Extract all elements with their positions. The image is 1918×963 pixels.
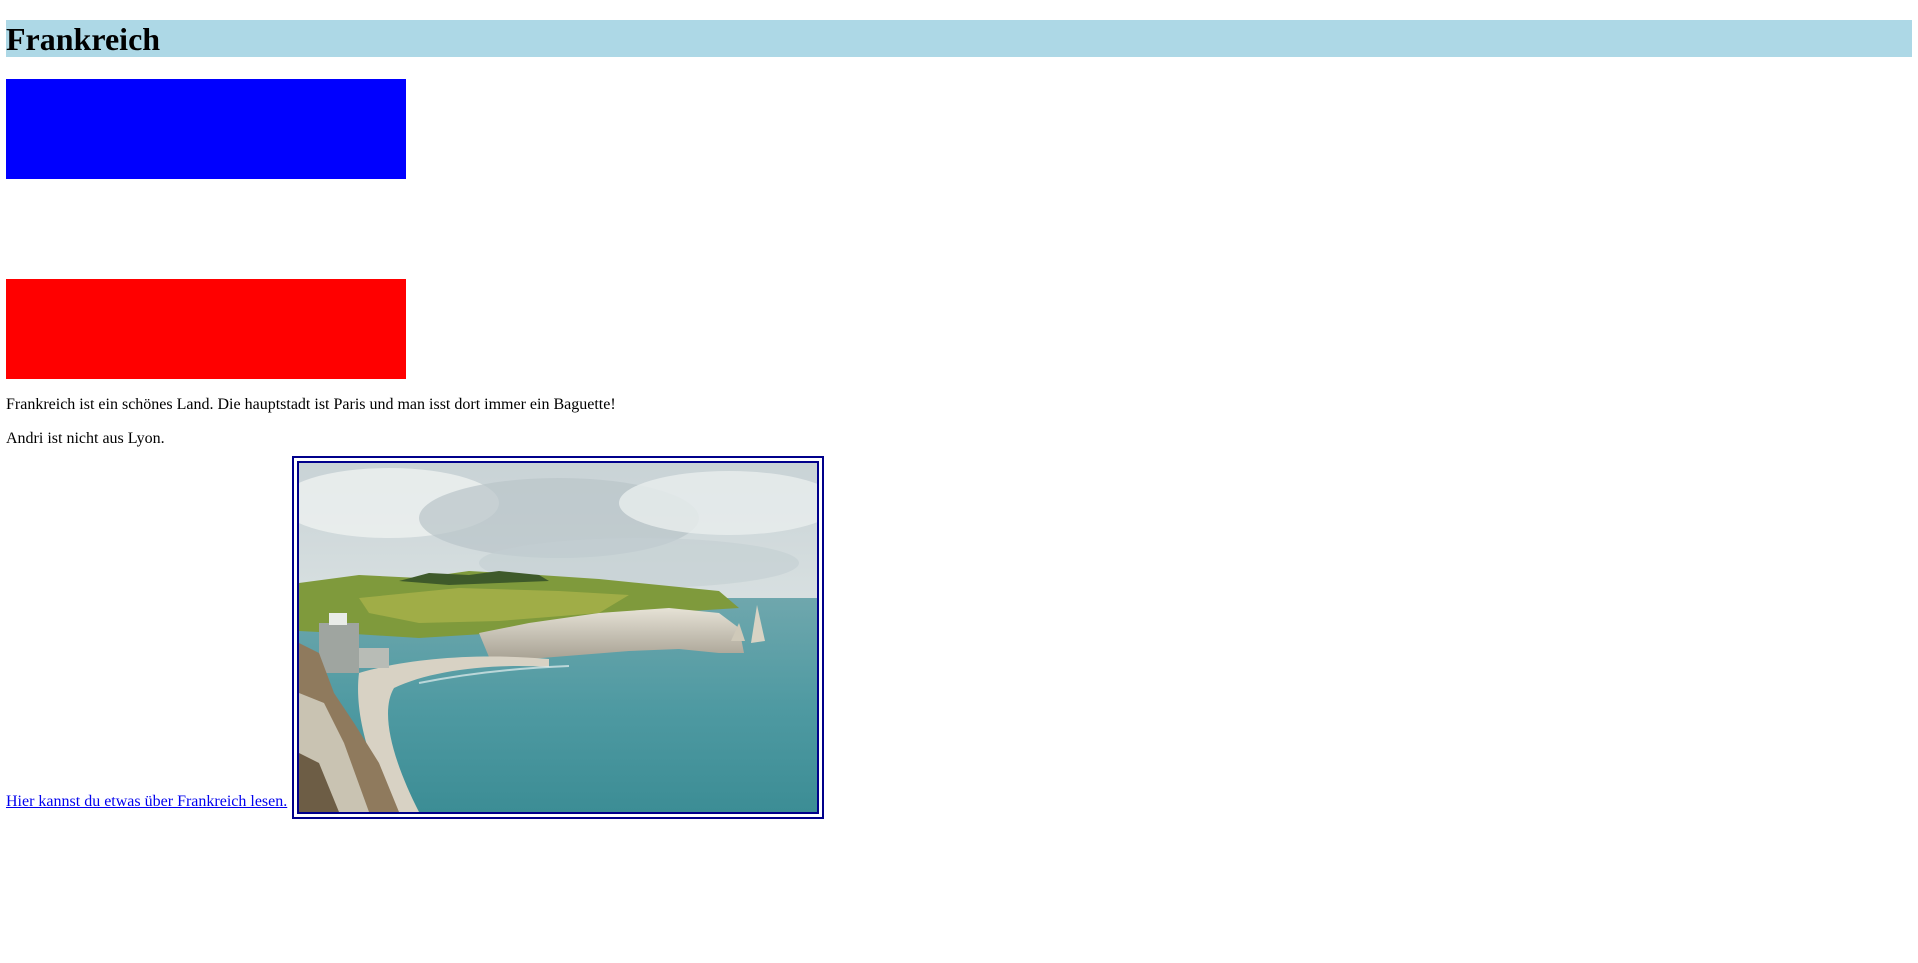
paragraph-france: Frankreich ist ein schönes Land. Die hau… <box>6 396 616 413</box>
france-image-link[interactable] <box>292 456 824 819</box>
page-title: Frankreich <box>6 20 1912 57</box>
france-info-link[interactable]: Hier kannst du etwas über Frankreich les… <box>6 793 287 811</box>
page-content: Frankreich Frankreich ist ein schönes La… <box>6 0 1912 819</box>
coast-cliff-image <box>299 463 817 812</box>
link-row: Hier kannst du etwas über Frankreich les… <box>6 456 1912 819</box>
paragraph-andri: Andri ist nicht aus Lyon. <box>6 430 165 447</box>
blue-block <box>6 79 406 179</box>
red-block <box>6 279 406 379</box>
